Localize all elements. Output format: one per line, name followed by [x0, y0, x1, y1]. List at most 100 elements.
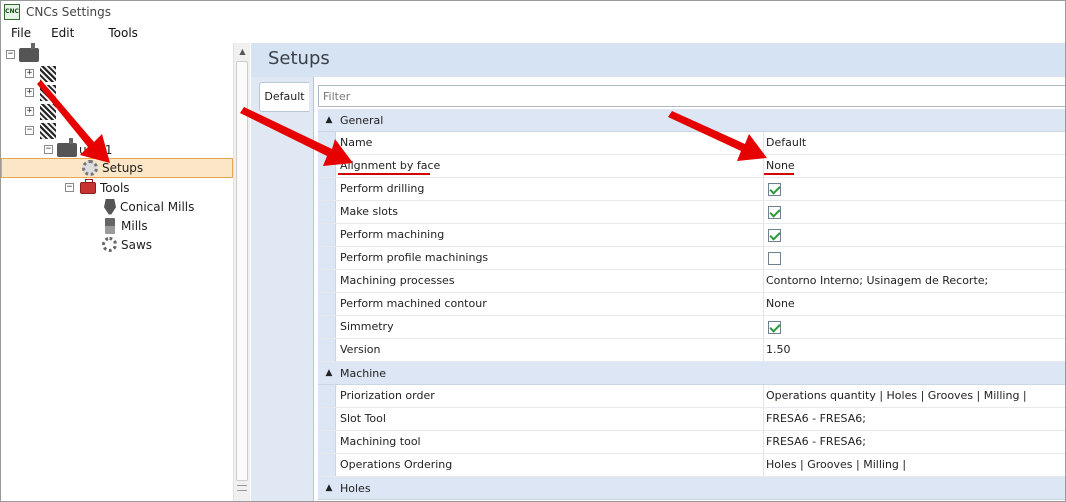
property-value-text: 1.50	[766, 343, 791, 356]
property-value[interactable]: None	[764, 155, 1065, 177]
property-row[interactable]: Name Default	[318, 132, 1065, 155]
checkbox-checked-icon[interactable]	[768, 205, 781, 219]
row-gutter	[318, 408, 336, 430]
property-value-checkbox[interactable]	[764, 224, 1065, 246]
property-value-text: Holes | Grooves | Milling |	[766, 458, 907, 471]
property-value[interactable]: Holes | Grooves | Milling |	[764, 454, 1065, 476]
cncs-settings-window: CNC CNCs Settings File Edit Tools − + + …	[0, 0, 1066, 502]
property-row[interactable]: Slot Tool FRESA6 - FRESA6;	[318, 408, 1065, 431]
property-row[interactable]: Machining processes Contorno Interno; Usi…	[318, 270, 1065, 293]
property-row[interactable]: Perform machined contour None	[318, 293, 1065, 316]
menu-edit[interactable]: Edit	[41, 26, 84, 40]
tree-item-mills[interactable]: Mills	[102, 216, 148, 235]
filter-input[interactable]	[318, 85, 1065, 107]
property-value[interactable]: 1.50	[764, 339, 1065, 361]
property-row[interactable]: Version 1.50	[318, 339, 1065, 362]
checkbox-checked-icon[interactable]	[768, 182, 781, 196]
row-gutter	[318, 431, 336, 453]
property-value-checkbox[interactable]	[764, 247, 1065, 269]
property-value[interactable]: Default	[764, 132, 1065, 154]
conical-mill-icon	[104, 198, 116, 215]
property-name: Priorization order	[336, 385, 764, 407]
tree-item-setups-label: Setups	[102, 161, 144, 175]
setups-pane: Setups Default ▲GeneralNameDefaultAlignm…	[251, 43, 1065, 501]
category-collapse-icon[interactable]: ▲	[320, 483, 338, 493]
property-value-checkbox[interactable]	[764, 201, 1065, 223]
machine-icon	[57, 137, 77, 157]
collapse-icon[interactable]: −	[65, 183, 74, 192]
property-name: Perform profile machinings	[336, 247, 764, 269]
tree-item-machine-label: uina1	[79, 142, 113, 157]
gear-icon	[82, 160, 98, 176]
property-row[interactable]: Make slots	[318, 201, 1065, 224]
setups-header: Setups	[251, 43, 1065, 77]
property-value-text: Contorno Interno; Usinagem de Recorte;	[766, 274, 989, 287]
property-value[interactable]: FRESA6 - FRESA6;	[764, 408, 1065, 430]
tree-item-setups[interactable]: Setups	[1, 158, 233, 178]
category-label: General	[340, 113, 384, 127]
collapse-icon[interactable]: −	[6, 50, 15, 59]
property-value-checkbox[interactable]	[764, 178, 1065, 200]
row-gutter	[318, 270, 336, 292]
tree-item-mills-label: Mills	[121, 218, 148, 233]
category-holes[interactable]: ▲ Holes	[318, 477, 1065, 500]
property-row[interactable]: Perform drilling	[318, 178, 1065, 201]
page-title: Setups	[268, 48, 330, 69]
menu-file[interactable]: File	[1, 26, 41, 40]
scrollbar-grip-icon[interactable]	[237, 485, 247, 491]
property-value[interactable]: Contorno Interno; Usinagem de Recorte;	[764, 270, 1065, 292]
scroll-up-icon[interactable]: ▲	[234, 43, 251, 60]
property-value[interactable]: None	[764, 293, 1065, 315]
property-value-checkbox[interactable]	[764, 316, 1065, 338]
property-name: Perform machined contour	[336, 293, 764, 315]
tree-item-conical-mills-label: Conical Mills	[120, 199, 195, 214]
row-gutter	[318, 293, 336, 315]
property-value-text: Operations quantity | Holes | Grooves | …	[766, 389, 1027, 402]
checkbox-unchecked-icon[interactable]	[768, 251, 781, 265]
saw-icon	[102, 237, 117, 252]
expand-icon[interactable]: +	[25, 107, 34, 116]
property-row[interactable]: Alignment by face None	[318, 155, 1065, 178]
property-row[interactable]: Perform machining	[318, 224, 1065, 247]
menu-tools[interactable]: Tools	[84, 26, 148, 40]
tree-item-conical-mills[interactable]: Conical Mills	[102, 197, 194, 216]
category-machine[interactable]: ▲ Machine	[318, 362, 1065, 385]
property-row[interactable]: Machining tool FRESA6 - FRESA6;	[318, 431, 1065, 454]
property-value-text: Default	[766, 136, 807, 149]
tree-item-hidden-4[interactable]: −	[25, 121, 56, 140]
tree-scrollbar[interactable]: ▲	[233, 43, 251, 501]
property-value[interactable]: Operations quantity | Holes | Grooves | …	[764, 385, 1065, 407]
checkbox-checked-icon[interactable]	[768, 320, 781, 334]
tree-pane: − + + + − − uina1 Setups − Tools Conical…	[1, 42, 233, 501]
property-grid: ▲ General Name Default Alignment by face None…	[318, 109, 1065, 500]
category-collapse-icon[interactable]: ▲	[320, 115, 338, 125]
scrollbar-thumb[interactable]	[236, 61, 248, 481]
expand-icon[interactable]: +	[25, 88, 34, 97]
category-general[interactable]: ▲ General	[318, 109, 1065, 132]
property-name: Perform drilling	[336, 178, 764, 200]
tree-root[interactable]: −	[6, 42, 39, 64]
row-gutter	[318, 224, 336, 246]
tree-item-saws[interactable]: Saws	[102, 235, 152, 254]
property-name: Operations Ordering	[336, 454, 764, 476]
collapse-icon[interactable]: −	[44, 145, 53, 154]
tree-item-machine[interactable]: − uina1	[44, 137, 113, 159]
tab-default[interactable]: Default	[259, 82, 309, 112]
property-row[interactable]: Simmetry	[318, 316, 1065, 339]
property-value-text: None	[766, 297, 795, 310]
expand-icon[interactable]: +	[25, 69, 34, 78]
checkbox-checked-icon[interactable]	[768, 228, 781, 242]
redacted-icon	[40, 65, 56, 82]
property-row[interactable]: Perform profile machinings	[318, 247, 1065, 270]
category-collapse-icon[interactable]: ▲	[320, 368, 338, 378]
collapse-icon[interactable]: −	[25, 126, 34, 135]
tree-item-hidden-2[interactable]: +	[25, 83, 56, 102]
tree-item-tools[interactable]: − Tools	[65, 178, 130, 197]
tree-item-hidden-1[interactable]: +	[25, 64, 56, 83]
property-row[interactable]: Operations Ordering Holes | Grooves | Mil…	[318, 454, 1065, 477]
property-content: ▲GeneralNameDefaultAlignment by faceNone…	[313, 77, 1065, 501]
property-value[interactable]: FRESA6 - FRESA6;	[764, 431, 1065, 453]
tree-item-hidden-3[interactable]: +	[25, 102, 56, 121]
row-gutter	[318, 385, 336, 407]
property-row[interactable]: Priorization order Operations quantity | …	[318, 385, 1065, 408]
